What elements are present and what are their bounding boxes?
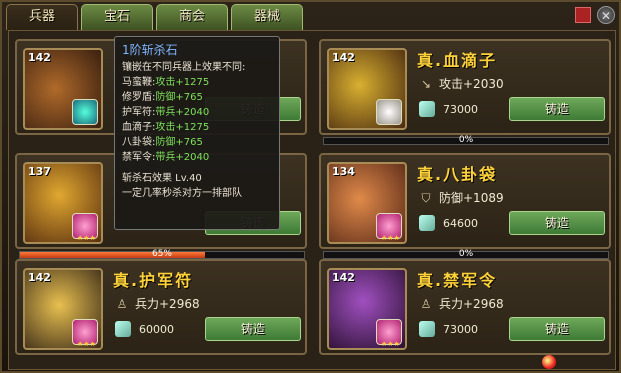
- weapon-name: 真.血滴子: [417, 51, 498, 70]
- jade-icon: [419, 101, 435, 117]
- weapon-card: 142 ★★★ 真.护军符 ♙ 兵力+2968 60000 铸造: [15, 259, 307, 355]
- apple-logo-icon: [542, 355, 556, 369]
- weapon-thumbnail[interactable]: 142: [23, 48, 103, 130]
- star-rating: ★★★: [381, 234, 400, 242]
- star-rating: ★★★: [77, 340, 96, 348]
- tooltip-row: 禁军令: 带兵+2040: [122, 152, 210, 163]
- tooltip-title: 1阶斩杀石: [122, 43, 178, 57]
- weapon-thumbnail[interactable]: 137 ★★★: [23, 162, 103, 244]
- jade-icon: [419, 321, 435, 337]
- close-button[interactable]: ✕: [597, 6, 615, 24]
- weapon-thumbnail[interactable]: 142 ★★★: [327, 268, 407, 350]
- weapon-level: 134: [332, 165, 355, 178]
- tooltip-effect-line: 斩杀石效果 Lv.40: [122, 173, 202, 184]
- weapon-level: 142: [28, 51, 51, 64]
- weapon-card: 142 ★★★ 真.禁军令 ♙ 兵力+2968 73000 铸造: [319, 259, 611, 355]
- tooltip-effect-desc: 一定几率秒杀对方一排部队: [122, 188, 242, 199]
- weapon-thumbnail[interactable]: 134 ★★★: [327, 162, 407, 244]
- weapon-name: 真.禁军令: [417, 271, 498, 290]
- tooltip-row: 八卦袋: 防御+765: [122, 137, 203, 148]
- weapon-name: 真.护军符: [113, 271, 194, 290]
- tab-guild[interactable]: 商会: [156, 4, 228, 30]
- tooltip-row: 马蛮鞭: 攻击+1275: [122, 77, 210, 88]
- weapon-level: 142: [332, 51, 355, 64]
- star-rating: ★★★: [77, 234, 96, 242]
- weapon-stat: ↘ 攻击+2030: [420, 76, 504, 92]
- weapon-stat: ♙ 兵力+2968: [116, 296, 200, 312]
- jade-icon: [115, 321, 131, 337]
- weapon-level: 137: [28, 165, 51, 178]
- flag-icon[interactable]: [575, 7, 591, 23]
- weapon-thumbnail[interactable]: 142: [327, 48, 407, 130]
- weapon-stat: ⛉ 防御+1089: [419, 189, 503, 206]
- shield-icon: ⛉: [421, 190, 431, 205]
- person-icon: ♙: [420, 296, 432, 311]
- forge-progress-bar: 0%: [323, 135, 609, 145]
- forge-cost: 60000: [115, 321, 174, 337]
- tooltip-row: 修罗盾: 防御+765: [122, 92, 203, 103]
- tooltip-desc: 镶嵌在不同兵器上效果不同:: [122, 62, 246, 73]
- weapon-thumbnail[interactable]: 142 ★★★: [23, 268, 103, 350]
- forge-cost: 73000: [419, 321, 478, 337]
- sword-icon: ↘: [420, 76, 432, 91]
- tab-bar: 兵器 宝石 商会 器械: [6, 4, 303, 30]
- forge-progress-bar: 65%: [19, 249, 305, 259]
- forge-button[interactable]: 铸造: [509, 97, 605, 121]
- tab-gems[interactable]: 宝石: [81, 4, 153, 30]
- person-icon: ♙: [116, 296, 128, 311]
- gem-icon: [376, 99, 402, 125]
- weapon-name: 真.八卦袋: [417, 165, 498, 184]
- jade-icon: [419, 215, 435, 231]
- tooltip-row: 护军符: 带兵+2040: [122, 107, 210, 118]
- forge-button[interactable]: 铸造: [205, 317, 301, 341]
- window-controls: ✕: [575, 6, 615, 24]
- tooltip-row: 血滴子: 攻击+1275: [122, 122, 210, 133]
- weapon-panel: 142 铸造 142 真.血滴子 ↘ 攻击+2030 73000 铸造: [8, 30, 616, 370]
- forge-cost: 73000: [419, 101, 478, 117]
- tab-weapons[interactable]: 兵器: [6, 4, 78, 30]
- weapon-level: 142: [332, 271, 355, 284]
- forge-button[interactable]: 铸造: [509, 317, 605, 341]
- weapon-card: 134 ★★★ 真.八卦袋 ⛉ 防御+1089 64600 铸造 0%: [319, 153, 611, 259]
- tab-equipment[interactable]: 器械: [231, 4, 303, 30]
- forge-progress-bar: 0%: [323, 249, 609, 259]
- weapon-card: 142 真.血滴子 ↘ 攻击+2030 73000 铸造 0%: [319, 39, 611, 145]
- forge-button[interactable]: 铸造: [509, 211, 605, 235]
- weapon-stat: ♙ 兵力+2968: [420, 296, 504, 312]
- window-frame: 兵器 宝石 商会 器械 ✕ 142 铸造 142 真.血滴子 ↘ 攻击+2030: [0, 0, 621, 373]
- gem-icon: [72, 99, 98, 125]
- star-rating: ★★★: [381, 340, 400, 348]
- weapon-level: 142: [28, 271, 51, 284]
- gem-tooltip: 1阶斩杀石 镶嵌在不同兵器上效果不同: 马蛮鞭: 攻击+1275 修罗盾: 防御+7…: [114, 36, 280, 230]
- forge-cost: 64600: [419, 215, 478, 231]
